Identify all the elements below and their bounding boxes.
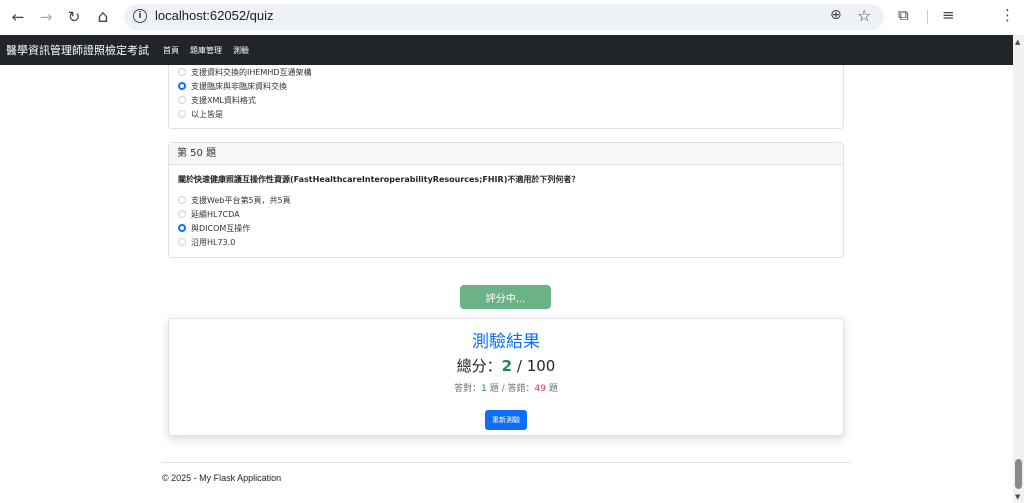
option-row[interactable]: 支援XML資料格式: [178, 93, 843, 107]
scroll-down-arrow-icon[interactable]: ▼: [1015, 493, 1020, 501]
address-bar[interactable]: i localhost:62052/quiz ⊕ ☆: [124, 4, 884, 30]
zoom-icon[interactable]: ⊕: [830, 7, 842, 23]
footer-divider: [162, 462, 850, 463]
question-number: 第 50 題: [169, 143, 843, 165]
browser-toolbar: ← → ↻ ⌂ i localhost:62052/quiz ⊕ ☆ ⧉ ≡ ⋮: [0, 0, 1024, 35]
question-card-49: 支援資料交換的IHEMHD互通架構 支援臨床與非臨床資料交換 支援XML資料格式…: [168, 65, 844, 129]
submit-button[interactable]: 評分中...: [460, 285, 551, 309]
radio-button[interactable]: [178, 68, 186, 76]
correct-count: 1: [481, 384, 487, 394]
app-navbar: 醫學資訊管理師證照檢定考試 首頁 題庫管理 測驗: [0, 35, 1013, 65]
option-label: 沿用HL73.0: [191, 237, 236, 247]
option-label: 支援臨床與非臨床資料交換: [191, 81, 287, 91]
page-content: 支援資料交換的IHEMHD互通架構 支援臨床與非臨床資料交換 支援XML資料格式…: [0, 65, 1013, 503]
result-card: 測驗結果 總分：2 / 100 答對：1 題 / 答錯：49 題 重新測驗: [168, 318, 844, 436]
restart-quiz-button[interactable]: 重新測驗: [485, 410, 527, 430]
wrong-count: 49: [534, 384, 546, 394]
footer-copyright: © 2025 - My Flask Application: [162, 473, 282, 483]
score-value: 2: [501, 357, 513, 375]
option-label: 支援XML資料格式: [191, 95, 256, 105]
option-row[interactable]: 延續HL7CDA: [178, 207, 843, 221]
question-text: 關於快速健康照護互操作性資源(FastHealthcareInteroperab…: [178, 175, 580, 184]
option-label: 支援資料交換的IHEMHD互通架構: [191, 67, 312, 77]
radio-button-selected[interactable]: [178, 224, 186, 232]
navbar-brand[interactable]: 醫學資訊管理師證照檢定考試: [6, 42, 149, 58]
option-label: 以上皆是: [191, 109, 223, 119]
question-card-50: 第 50 題 關於快速健康照護互操作性資源(FastHealthcareInte…: [168, 142, 844, 258]
score-label: 總分：: [456, 357, 502, 375]
radio-button[interactable]: [178, 238, 186, 246]
option-row[interactable]: 與DICOM互操作: [178, 221, 843, 235]
extensions-icon[interactable]: ⧉: [898, 6, 909, 24]
option-label: 與DICOM互操作: [191, 223, 251, 233]
correct-unit: 題 / 答錯：: [489, 384, 535, 394]
nav-link-question-bank[interactable]: 題庫管理: [190, 45, 222, 56]
option-row[interactable]: 支援臨床與非臨床資料交換: [178, 79, 843, 93]
option-row[interactable]: 以上皆是: [178, 107, 843, 121]
toolbar-divider: [927, 10, 928, 24]
result-title: 測驗結果: [472, 332, 540, 352]
reload-icon[interactable]: ↻: [63, 6, 85, 28]
nav-link-quiz[interactable]: 測驗: [233, 45, 249, 56]
option-label: 支援Web平台第5頁，共5頁: [191, 195, 291, 205]
scrollbar-thumb[interactable]: [1015, 459, 1022, 489]
back-icon[interactable]: ←: [7, 6, 29, 28]
correct-label: 答對：: [454, 384, 482, 394]
option-label: 延續HL7CDA: [191, 209, 240, 219]
home-icon[interactable]: ⌂: [92, 6, 114, 28]
scroll-up-arrow-icon[interactable]: ▲: [1015, 38, 1020, 46]
radio-button[interactable]: [178, 96, 186, 104]
radio-button[interactable]: [178, 110, 186, 118]
media-control-icon[interactable]: ≡: [942, 6, 955, 24]
bookmark-star-icon[interactable]: ☆: [857, 6, 871, 25]
site-info-icon[interactable]: i: [133, 9, 147, 23]
wrong-unit: 題: [548, 384, 558, 394]
option-row[interactable]: 支援Web平台第5頁，共5頁: [178, 193, 843, 207]
answer-summary: 答對：1 題 / 答錯：49 題: [169, 381, 843, 394]
radio-button[interactable]: [178, 196, 186, 204]
page-scrollbar[interactable]: ▲ ▼: [1013, 35, 1024, 503]
browser-menu-icon[interactable]: ⋮: [1000, 6, 1015, 24]
score-total: / 100: [516, 357, 556, 375]
score-line: 總分：2 / 100: [169, 355, 843, 376]
url-text[interactable]: localhost:62052/quiz: [155, 8, 274, 23]
radio-button[interactable]: [178, 210, 186, 218]
nav-link-home[interactable]: 首頁: [163, 45, 179, 56]
option-row[interactable]: 支援資料交換的IHEMHD互通架構: [178, 65, 843, 79]
forward-icon[interactable]: →: [35, 6, 57, 28]
option-row[interactable]: 沿用HL73.0: [178, 235, 843, 249]
radio-button-selected[interactable]: [178, 82, 186, 90]
